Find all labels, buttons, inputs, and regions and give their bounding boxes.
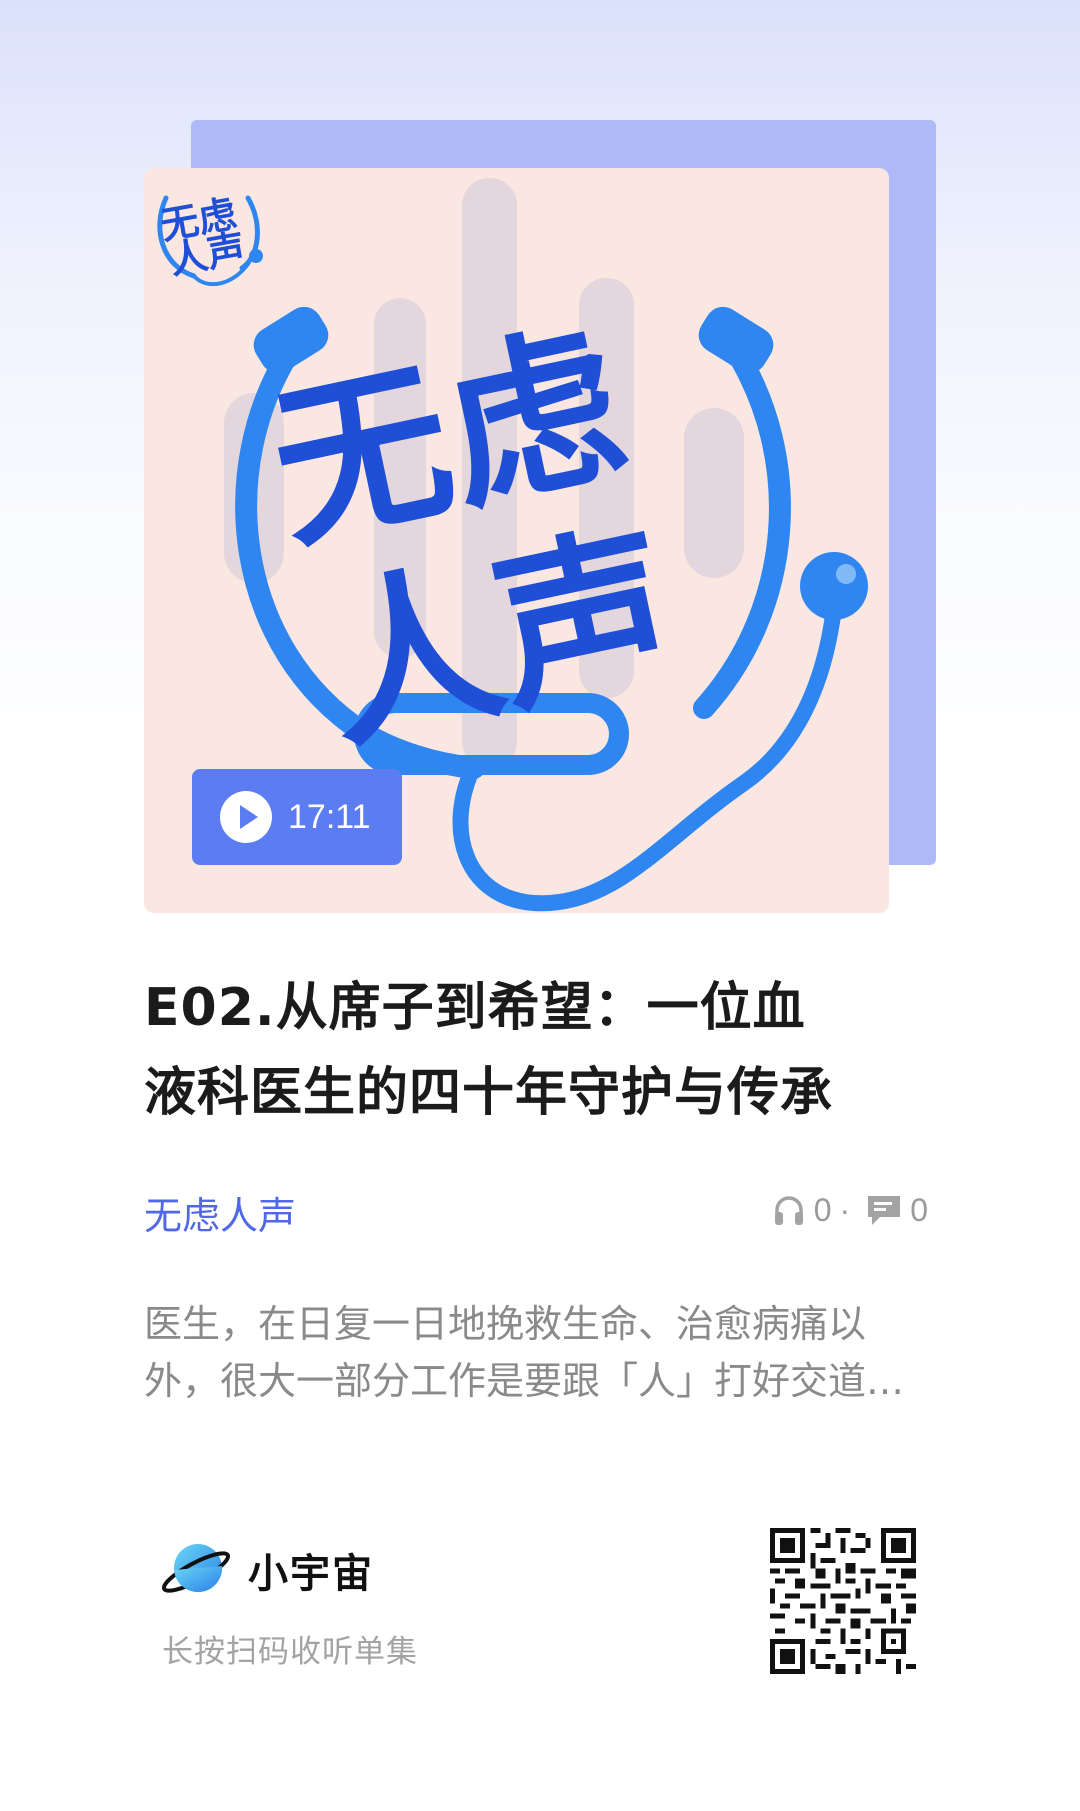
podcast-mini-logo: 无虑 人声	[145, 169, 273, 297]
app-brand: 小宇宙	[158, 1538, 374, 1602]
episode-description: 医生，在日复一日地挽救生命、治愈病痛以 外，很大一部分工作是要跟「人」打好交道…	[144, 1296, 944, 1410]
app-brand-name: 小宇宙	[248, 1551, 374, 1597]
play-duration-badge[interactable]: 17:11	[192, 769, 402, 865]
episode-cover[interactable]: 无虑 人声 17:11 无虑 人声	[144, 168, 889, 913]
qr-code[interactable]	[770, 1528, 916, 1674]
planet-logo-icon	[161, 1544, 231, 1593]
play-icon[interactable]	[220, 791, 272, 843]
stats-separator: ·	[839, 1191, 851, 1228]
description-line-2: 外，很大一部分工作是要跟「人」打好交道…	[144, 1359, 905, 1403]
headphones-icon	[774, 1196, 803, 1225]
scan-hint: 长按扫码收听单集	[162, 1634, 418, 1670]
description-line-1: 医生，在日复一日地挽救生命、治愈病痛以	[144, 1302, 867, 1346]
comment-count: 0	[910, 1191, 928, 1228]
podcast-name-link[interactable]: 无虑人声	[144, 1185, 296, 1240]
listen-count: 0	[813, 1191, 832, 1228]
episode-title-line-2: 液科医生的四十年守护与传承	[144, 1063, 834, 1123]
episode-stats: 0 · 0	[772, 1188, 936, 1232]
episode-duration: 17:11	[288, 797, 371, 836]
comment-icon	[868, 1196, 901, 1225]
episode-title-line-1: E02.从席子到希望：一位血	[144, 978, 806, 1038]
episode-title: E02.从席子到希望：一位血 液科医生的四十年守护与传承	[144, 966, 924, 1136]
